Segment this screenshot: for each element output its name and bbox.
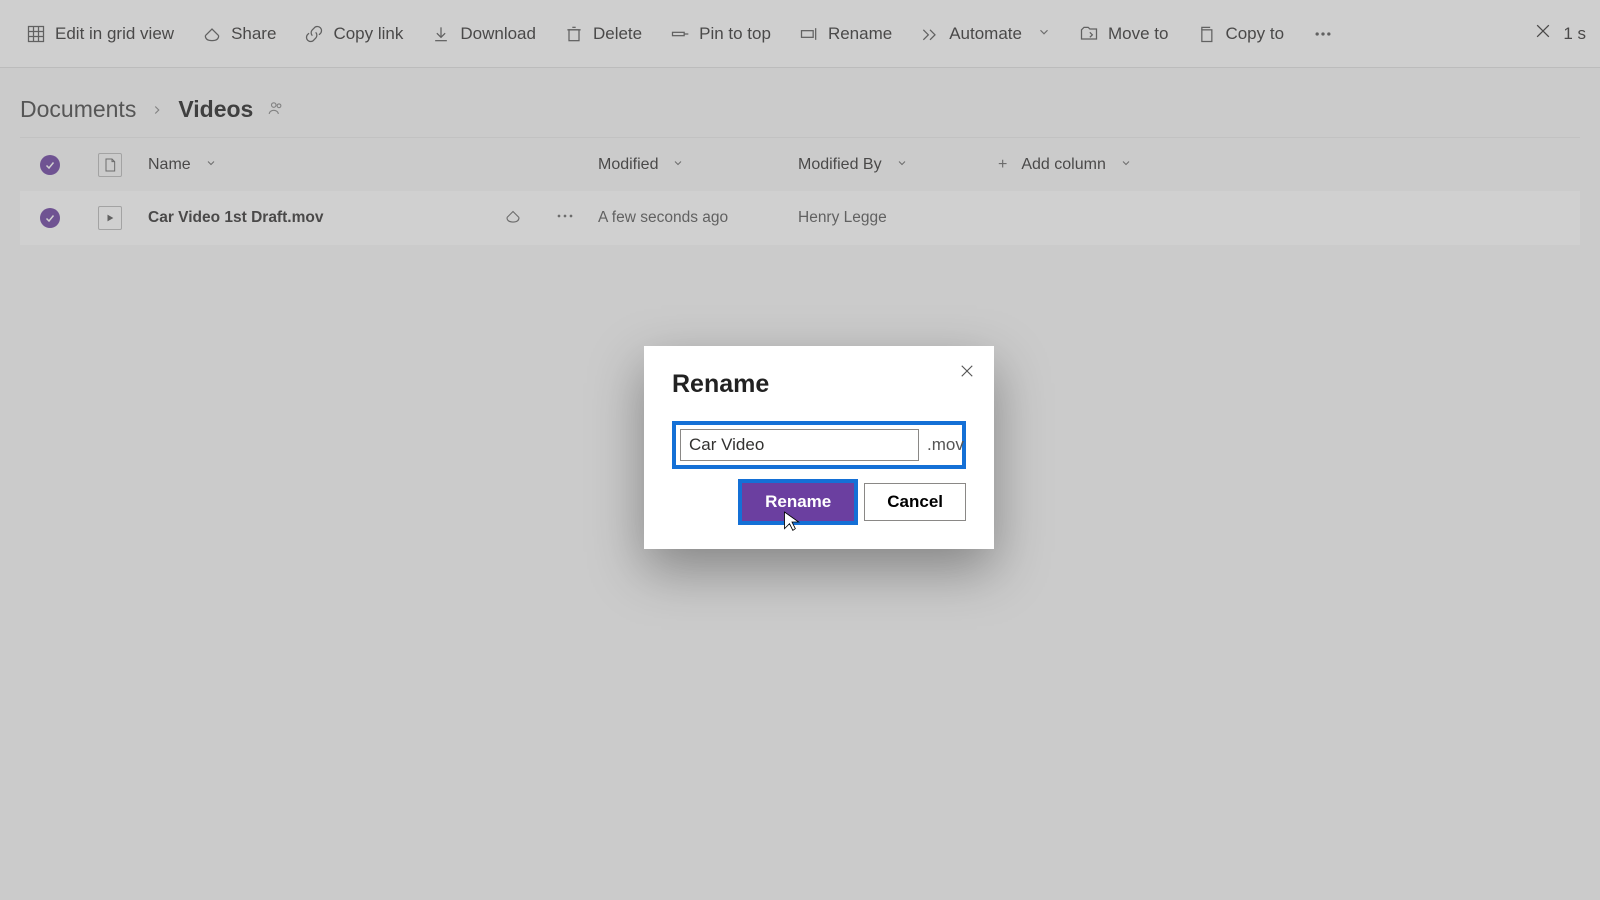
filename-field-wrap: .mov: [672, 421, 966, 469]
filename-input[interactable]: [680, 429, 919, 461]
rename-dialog: Rename .mov Rename Cancel: [644, 346, 994, 549]
file-extension-label: .mov: [927, 435, 966, 455]
cancel-button[interactable]: Cancel: [864, 483, 966, 521]
dialog-title: Rename: [672, 370, 966, 399]
dialog-close-button[interactable]: [958, 362, 976, 385]
rename-confirm-button[interactable]: Rename: [742, 483, 854, 521]
